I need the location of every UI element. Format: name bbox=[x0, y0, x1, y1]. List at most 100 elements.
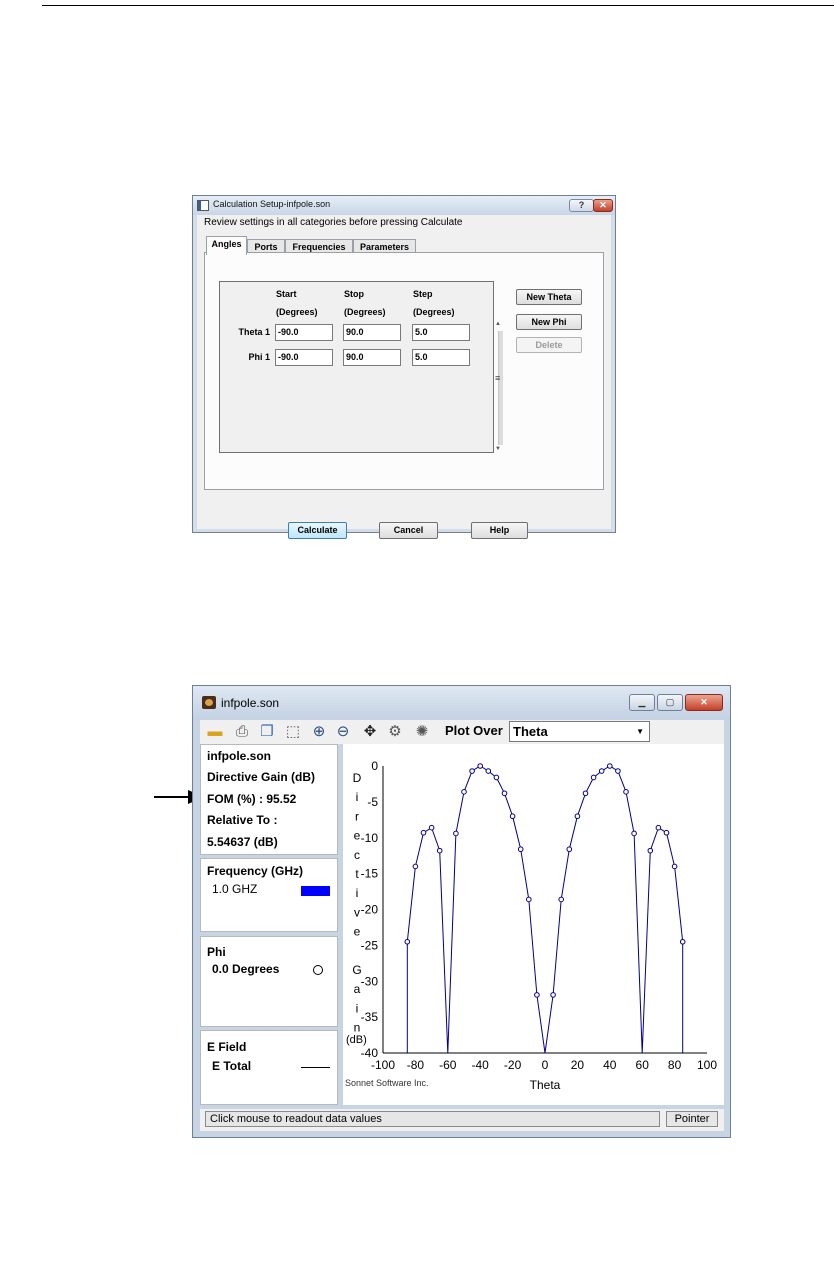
data-point[interactable] bbox=[615, 768, 621, 774]
dialog-titlebar[interactable]: Calculation Setup-infpole.son ? ✕ bbox=[193, 196, 615, 215]
circle-marker-icon bbox=[313, 965, 323, 975]
data-point[interactable] bbox=[607, 763, 613, 769]
stop-header: Stop bbox=[344, 289, 364, 299]
x-tick-label: 100 bbox=[697, 1058, 717, 1072]
y-axis-label-letter: D bbox=[353, 771, 362, 785]
new-phi-button[interactable]: New Phi bbox=[516, 314, 582, 330]
scroll-up-arrow-icon[interactable]: ▲ bbox=[495, 321, 501, 327]
y-tick-label: -5 bbox=[367, 795, 378, 809]
status-bar: Click mouse to readout data values Point… bbox=[200, 1109, 724, 1131]
data-point[interactable] bbox=[679, 938, 686, 945]
plot-over-select[interactable]: Theta ▼ bbox=[509, 721, 650, 742]
data-point[interactable] bbox=[590, 774, 597, 781]
settings-icon[interactable]: ⚙ bbox=[386, 724, 404, 740]
y-axis-label-letter: c bbox=[354, 848, 360, 862]
step-unit: (Degrees) bbox=[413, 307, 455, 317]
delete-button[interactable]: Delete bbox=[516, 337, 582, 353]
theta-start-input[interactable]: -90.0 bbox=[275, 324, 333, 341]
data-point[interactable] bbox=[428, 824, 435, 831]
data-point[interactable] bbox=[477, 763, 483, 769]
data-point[interactable] bbox=[655, 824, 662, 831]
solid-line-icon bbox=[301, 1067, 330, 1068]
data-point[interactable] bbox=[534, 992, 540, 998]
data-point[interactable] bbox=[420, 829, 427, 836]
phi-step-input[interactable]: 5.0 bbox=[412, 349, 470, 366]
zoom-out-icon[interactable]: ⊖ bbox=[334, 724, 352, 740]
y-axis-label-letter: i bbox=[356, 790, 359, 804]
minimize-button[interactable]: ▁ bbox=[629, 694, 655, 711]
data-point[interactable] bbox=[574, 813, 581, 820]
data-point[interactable] bbox=[412, 863, 419, 870]
data-point[interactable] bbox=[453, 830, 459, 837]
data-point[interactable] bbox=[526, 896, 532, 903]
data-point[interactable] bbox=[517, 846, 524, 853]
pointer-mode[interactable]: Pointer bbox=[666, 1111, 718, 1127]
directive-gain-chart[interactable]: 0-5-10-15-20-25-30-35-40-100 -80 -60 -40 -20… bbox=[343, 744, 724, 1105]
x-tick-label: -100 bbox=[371, 1058, 395, 1072]
y-tick-label: -35 bbox=[361, 1010, 379, 1024]
cancel-button[interactable]: Cancel bbox=[379, 522, 438, 539]
series-line bbox=[406, 765, 684, 1054]
help-dialog-button[interactable]: Help bbox=[471, 522, 528, 539]
scroll-grip-icon[interactable]: ≡ bbox=[495, 373, 500, 383]
data-point[interactable] bbox=[501, 790, 508, 797]
calculate-button[interactable]: Calculate bbox=[288, 522, 347, 539]
data-point[interactable] bbox=[509, 813, 516, 820]
grid-scrollbar[interactable]: ▲ ≡ ▼ bbox=[495, 321, 503, 455]
data-point[interactable] bbox=[404, 938, 411, 945]
frequency-pane: Frequency (GHz) 1.0 GHZ bbox=[200, 858, 338, 932]
data-point[interactable] bbox=[631, 830, 637, 837]
theta-step-input[interactable]: 5.0 bbox=[412, 324, 470, 341]
data-point[interactable] bbox=[558, 896, 564, 903]
y-axis-label-letter: v bbox=[354, 905, 360, 919]
data-point[interactable] bbox=[566, 846, 573, 853]
step-header: Step bbox=[413, 289, 433, 299]
data-point[interactable] bbox=[485, 768, 492, 774]
y-axis-label-letter: n bbox=[354, 1021, 361, 1035]
window-titlebar[interactable]: infpole.son ▁ ▢ ✕ bbox=[193, 686, 730, 720]
info-relative-value: 5.54637 (dB) bbox=[207, 835, 278, 849]
print-icon[interactable]: ⎙ bbox=[233, 724, 251, 740]
window-title: infpole.son bbox=[221, 696, 280, 710]
select-icon[interactable]: ⬚ bbox=[284, 724, 302, 740]
data-point[interactable] bbox=[647, 847, 654, 854]
new-theta-button[interactable]: New Theta bbox=[516, 289, 582, 305]
open-icon[interactable]: ▬ bbox=[206, 724, 224, 740]
data-point[interactable] bbox=[623, 789, 629, 795]
data-point[interactable] bbox=[550, 992, 556, 998]
efield-title: E Field bbox=[207, 1040, 247, 1054]
data-point[interactable] bbox=[671, 863, 678, 870]
phi-pane: Phi 0.0 Degrees bbox=[200, 936, 338, 1027]
copy-icon[interactable]: ❐ bbox=[258, 724, 276, 740]
data-point[interactable] bbox=[436, 847, 443, 854]
help-button[interactable]: ? bbox=[569, 199, 594, 212]
y-axis-label-letter: a bbox=[354, 982, 361, 996]
plot-area[interactable]: 0 -5 -10 -15 -20 -25 -30 -35 -40 -100 -80 -60 -40 -20… bbox=[343, 744, 724, 1105]
theta-stop-input[interactable]: 90.0 bbox=[343, 324, 401, 341]
y-axis-label-letter: i bbox=[356, 1001, 359, 1015]
efield-item[interactable]: E Total bbox=[212, 1059, 251, 1073]
gear-icon[interactable]: ✺ bbox=[413, 724, 431, 740]
x-tick-label: 0 bbox=[542, 1058, 549, 1072]
dialog-title: Calculation Setup-infpole.son bbox=[213, 199, 331, 209]
data-point[interactable] bbox=[598, 768, 605, 774]
phi-row-label: Phi 1 bbox=[248, 352, 270, 362]
scroll-down-arrow-icon[interactable]: ▼ bbox=[495, 446, 501, 452]
phi-stop-input[interactable]: 90.0 bbox=[343, 349, 401, 366]
phi-item[interactable]: 0.0 Degrees bbox=[212, 962, 279, 976]
close-button[interactable]: ✕ bbox=[593, 199, 613, 212]
scroll-track[interactable] bbox=[498, 331, 503, 445]
zoom-in-icon[interactable]: ⊕ bbox=[310, 724, 328, 740]
data-point[interactable] bbox=[469, 768, 475, 774]
window-close-button[interactable]: ✕ bbox=[685, 694, 723, 711]
pan-icon[interactable]: ✥ bbox=[361, 724, 379, 740]
phi-start-input[interactable]: -90.0 bbox=[275, 349, 333, 366]
maximize-button[interactable]: ▢ bbox=[657, 694, 683, 711]
data-point[interactable] bbox=[663, 829, 670, 836]
frequency-item[interactable]: 1.0 GHZ bbox=[212, 882, 257, 896]
data-point[interactable] bbox=[461, 789, 467, 795]
window-icon bbox=[197, 200, 209, 211]
data-point[interactable] bbox=[582, 790, 589, 797]
data-point[interactable] bbox=[493, 774, 500, 781]
tab-angles[interactable]: Angles bbox=[206, 236, 247, 255]
